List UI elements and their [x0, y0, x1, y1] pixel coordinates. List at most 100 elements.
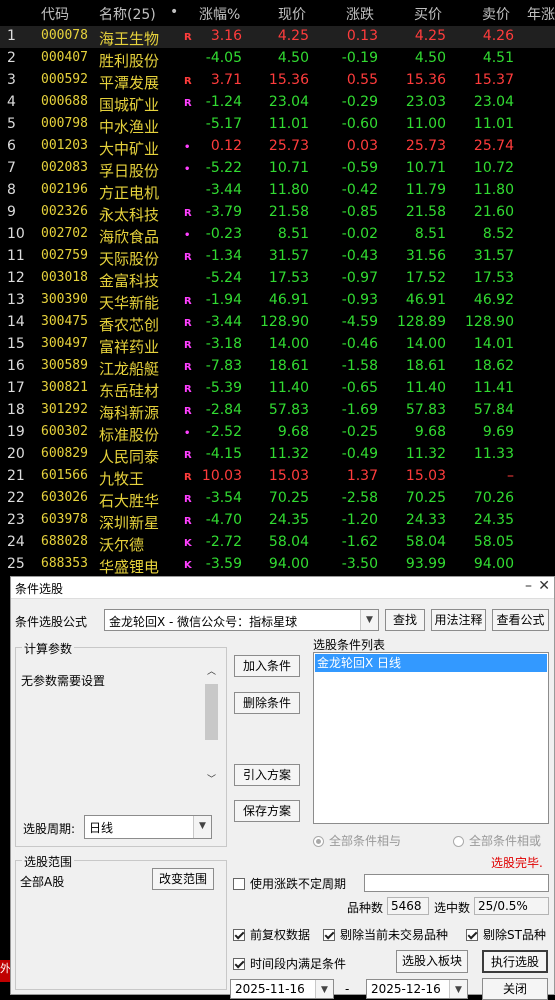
ask-price: 18.62: [473, 358, 514, 374]
import-scheme-button[interactable]: 引入方案: [234, 764, 300, 786]
table-row[interactable]: 5 000798 中水渔业 -5.17 11.01 -0.60 11.00 11.01: [0, 114, 555, 136]
close-icon[interactable]: ✕: [538, 578, 550, 594]
table-row[interactable]: 24 688028 沃尔德 K -2.72 58.04 -1.62 58.04 58.05: [0, 532, 555, 554]
table-row[interactable]: 17 300821 东岳硅材 R -5.39 11.40 -0.65 11.40 11.41: [0, 378, 555, 400]
date-to-picker[interactable]: 2025-12-16 ▼: [366, 979, 468, 999]
dialog-titlebar[interactable]: 条件选股 – ✕: [11, 577, 554, 599]
row-index: 12: [7, 270, 25, 286]
table-row[interactable]: 20 600829 人民同泰 R -4.15 11.32 -0.49 11.32 11.33: [0, 444, 555, 466]
params-scrollbar[interactable]: ︿ ﹀: [204, 667, 219, 790]
bid-price: 21.58: [405, 204, 446, 220]
table-row[interactable]: 3 000592 平潭发展 R 3.71 15.36 0.55 15.36 15.37: [0, 70, 555, 92]
chevron-up-icon[interactable]: ︿: [204, 664, 219, 677]
chevron-down-icon[interactable]: ▼: [315, 980, 333, 998]
bid-price: 11.40: [405, 380, 446, 396]
stock-tag: R: [184, 406, 192, 417]
count-label: 品种数: [347, 901, 384, 915]
change-pct: -3.79: [205, 204, 242, 220]
condition-list[interactable]: 金龙轮回X 日线: [313, 652, 549, 824]
table-row[interactable]: 15 300497 富祥药业 R -3.18 14.00 -0.46 14.00 14.01: [0, 334, 555, 356]
usage-note-button[interactable]: 用法注释: [431, 609, 486, 631]
side-tab[interactable]: 外: [0, 960, 10, 982]
header-change-pct[interactable]: 涨幅%: [199, 4, 240, 24]
change-pct: -4.05: [205, 50, 242, 66]
header-code[interactable]: 代码: [41, 4, 69, 24]
change: 0.55: [346, 72, 378, 88]
table-row[interactable]: 12 003018 金富科技 -5.24 17.53 -0.97 17.52 17.53: [0, 268, 555, 290]
chevron-down-icon[interactable]: ▼: [193, 816, 211, 838]
formula-label: 条件选股公式: [15, 615, 88, 629]
ask-price: 21.60: [473, 204, 514, 220]
table-row[interactable]: 11 002759 天际股份 R -1.34 31.57 -0.43 31.56 31.57: [0, 246, 555, 268]
uncertain-period-input[interactable]: [364, 874, 549, 892]
radio-all-or[interactable]: 全部条件相或: [453, 832, 541, 849]
table-row[interactable]: 25 688353 华盛锂电 K -3.59 94.00 -3.50 93.99 94.00: [0, 554, 555, 575]
header-change[interactable]: 涨跌: [346, 4, 374, 24]
table-row[interactable]: 19 600302 标准股份 • -2.52 9.68 -0.25 9.68 9.69: [0, 422, 555, 444]
uncertain-period-checkbox[interactable]: 使用涨跌不定周期: [233, 875, 346, 892]
row-index: 17: [7, 380, 25, 396]
delete-condition-button[interactable]: 删除条件: [234, 692, 300, 714]
exclude-st-checkbox[interactable]: 剔除ST品种: [466, 926, 546, 943]
formula-select-value: 金龙轮回X - 微信公众号：指标星球: [109, 615, 298, 629]
price: 94.00: [268, 556, 309, 572]
stock-code: 300497: [41, 336, 88, 351]
stock-name: 海欣食品: [99, 228, 160, 246]
table-row[interactable]: 2 000407 胜利股份 -4.05 4.50 -0.19 4.50 4.51: [0, 48, 555, 70]
condition-list-item[interactable]: 金龙轮回X 日线: [315, 654, 547, 672]
header-bid[interactable]: 买价: [414, 4, 442, 24]
table-row[interactable]: 22 603026 石大胜华 R -3.54 70.25 -2.58 70.25 70.26: [0, 488, 555, 510]
bid-price: 8.51: [414, 226, 446, 242]
row-index: 16: [7, 358, 25, 374]
exclude-untraded-checkbox[interactable]: 剔除当前未交易品种: [323, 926, 448, 943]
header-more[interactable]: 年涨: [527, 4, 555, 24]
period-select[interactable]: 日线 ▼: [84, 815, 212, 839]
price: 4.25: [277, 28, 309, 44]
table-row[interactable]: 13 300390 天华新能 R -1.94 46.91 -0.93 46.91 46.92: [0, 290, 555, 312]
stock-tag: •: [184, 230, 191, 241]
table-row[interactable]: 23 603978 深圳新星 R -4.70 24.35 -1.20 24.33 24.35: [0, 510, 555, 532]
save-scheme-button[interactable]: 保存方案: [234, 800, 300, 822]
bid-price: 4.50: [414, 50, 446, 66]
view-formula-button[interactable]: 查看公式: [492, 609, 549, 631]
bid-price: 31.56: [405, 248, 446, 264]
params-scroll-thumb[interactable]: [205, 684, 218, 740]
change: -0.29: [341, 94, 378, 110]
table-row[interactable]: 4 000688 国城矿业 R -1.24 23.04 -0.29 23.03 23.04: [0, 92, 555, 114]
ask-price: 57.84: [473, 402, 514, 418]
chevron-down-icon[interactable]: ▼: [449, 980, 467, 998]
stock-code: 002196: [41, 182, 88, 197]
header-price[interactable]: 现价: [278, 4, 306, 24]
table-row[interactable]: 6 001203 大中矿业 • 0.12 25.73 0.03 25.73 25.74: [0, 136, 555, 158]
chevron-down-icon[interactable]: ▼: [360, 610, 378, 630]
table-row[interactable]: 10 002702 海欣食品 • -0.23 8.51 -0.02 8.51 8.52: [0, 224, 555, 246]
chevron-down-icon[interactable]: ﹀: [204, 772, 219, 785]
table-row[interactable]: 14 300475 香农芯创 R -3.44 128.90 -4.59 128.89 128.9…: [0, 312, 555, 334]
stock-tag: R: [184, 362, 192, 373]
row-index: 25: [7, 556, 25, 572]
radio-all-and[interactable]: 全部条件相与: [313, 832, 401, 849]
table-row[interactable]: 9 002326 永太科技 R -3.79 21.58 -0.85 21.58 21.60: [0, 202, 555, 224]
change: -3.50: [341, 556, 378, 572]
execute-button[interactable]: 执行选股: [482, 950, 548, 973]
stock-code: 003018: [41, 270, 88, 285]
time-range-checkbox[interactable]: 时间段内满足条件: [233, 955, 346, 972]
table-row[interactable]: 18 301292 海科新源 R -2.84 57.83 -1.69 57.83 57.84: [0, 400, 555, 422]
add-to-board-button[interactable]: 选股入板块: [396, 950, 468, 973]
header-name[interactable]: 名称(25): [99, 4, 156, 24]
table-row[interactable]: 8 002196 方正电机 -3.44 11.80 -0.42 11.79 11.80: [0, 180, 555, 202]
header-ask[interactable]: 卖价: [482, 4, 510, 24]
table-row[interactable]: 7 002083 孚日股份 • -5.22 10.71 -0.59 10.71 10.72: [0, 158, 555, 180]
find-button[interactable]: 查找: [385, 609, 425, 631]
close-button[interactable]: 关闭: [482, 978, 548, 1000]
date-from-picker[interactable]: 2025-11-16 ▼: [230, 979, 334, 999]
formula-select[interactable]: 金龙轮回X - 微信公众号：指标星球 ▼: [104, 609, 379, 631]
adjusted-data-checkbox[interactable]: 前复权数据: [233, 926, 310, 943]
ask-price: 11.33: [473, 446, 514, 462]
table-row[interactable]: 21 601566 九牧王 R 10.03 15.03 1.37 15.03 –: [0, 466, 555, 488]
add-condition-button[interactable]: 加入条件: [234, 655, 300, 677]
table-row[interactable]: 1 000078 海王生物 R 3.16 4.25 0.13 4.25 4.26: [0, 26, 555, 48]
table-row[interactable]: 16 300589 江龙船艇 R -7.83 18.61 -1.58 18.61 18.62: [0, 356, 555, 378]
minimize-icon[interactable]: –: [525, 578, 532, 594]
change-range-button[interactable]: 改变范围: [152, 868, 214, 890]
